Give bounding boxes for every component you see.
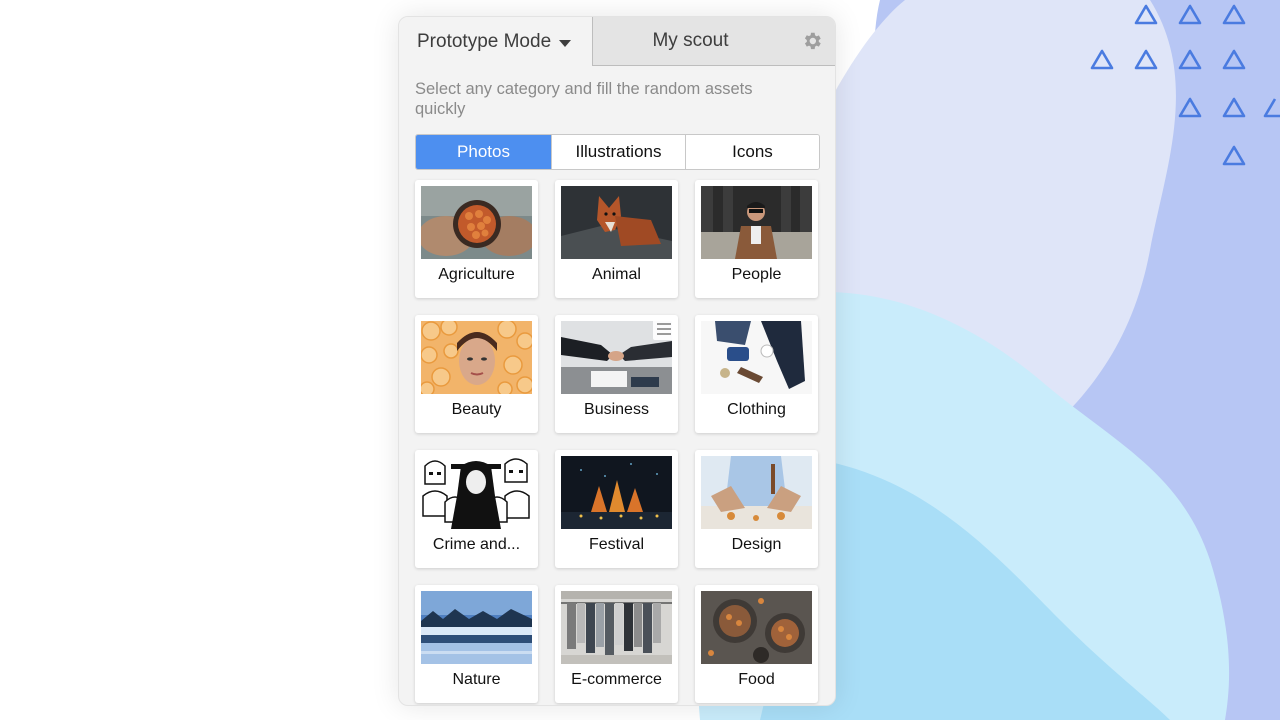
category-label: People (731, 266, 782, 283)
beauty-thumbnail (421, 321, 532, 394)
category-card-agriculture[interactable]: Agriculture (415, 180, 538, 298)
category-label: Animal (592, 266, 641, 283)
category-card-crime[interactable]: Crime and... (415, 450, 538, 568)
nature-thumbnail (421, 591, 532, 664)
my-scout-tab[interactable]: My scout (592, 17, 789, 66)
category-label: Agriculture (438, 266, 515, 283)
panel-header: Prototype Mode My scout (399, 17, 835, 67)
gear-icon (804, 32, 821, 50)
category-label: Crime and... (432, 536, 521, 553)
asset-scout-panel: Prototype Mode My scout Select any categ… (398, 16, 836, 706)
clothing-thumbnail (701, 321, 812, 394)
my-scout-label: My scout (652, 30, 729, 51)
animal-thumbnail (561, 186, 672, 259)
category-card-food[interactable]: Food (695, 585, 818, 703)
crime-thumbnail (421, 456, 532, 529)
festival-thumbnail (561, 456, 672, 529)
category-card-people[interactable]: People (695, 180, 818, 298)
asset-type-tabs: Photos Illustrations Icons (415, 134, 820, 170)
category-card-clothing[interactable]: Clothing (695, 315, 818, 433)
category-label: Beauty (451, 401, 502, 418)
category-card-festival[interactable]: Festival (555, 450, 678, 568)
category-card-design[interactable]: Design (695, 450, 818, 568)
design-thumbnail (701, 456, 812, 529)
people-thumbnail (701, 186, 812, 259)
category-label: Clothing (727, 401, 786, 418)
tab-illustrations[interactable]: Illustrations (551, 135, 685, 169)
prototype-mode-dropdown[interactable]: Prototype Mode (399, 17, 592, 67)
category-card-business[interactable]: Business (555, 315, 678, 433)
chevron-down-icon (559, 39, 572, 47)
ecommerce-thumbnail (561, 591, 672, 664)
category-label: Business (584, 401, 649, 418)
prototype-mode-label: Prototype Mode (417, 31, 552, 52)
category-card-nature[interactable]: Nature (415, 585, 538, 703)
category-label: Festival (588, 536, 645, 553)
menu-icon[interactable] (653, 318, 675, 340)
food-thumbnail (701, 591, 812, 664)
category-card-beauty[interactable]: Beauty (415, 315, 538, 433)
category-label: Design (731, 536, 782, 553)
tab-photos[interactable]: Photos (416, 135, 551, 169)
instruction-text: Select any category and fill the random … (415, 80, 753, 118)
settings-button[interactable] (788, 17, 835, 66)
category-card-ecommerce[interactable]: E-commerce (555, 585, 678, 703)
tab-icons[interactable]: Icons (685, 135, 819, 169)
category-label: Nature (452, 671, 501, 688)
category-label: Food (738, 671, 775, 688)
category-card-animal[interactable]: Animal (555, 180, 678, 298)
category-label: E-commerce (571, 671, 662, 688)
category-grid: Agriculture Animal People Beauty Busines… (415, 180, 819, 703)
agriculture-thumbnail (421, 186, 532, 259)
